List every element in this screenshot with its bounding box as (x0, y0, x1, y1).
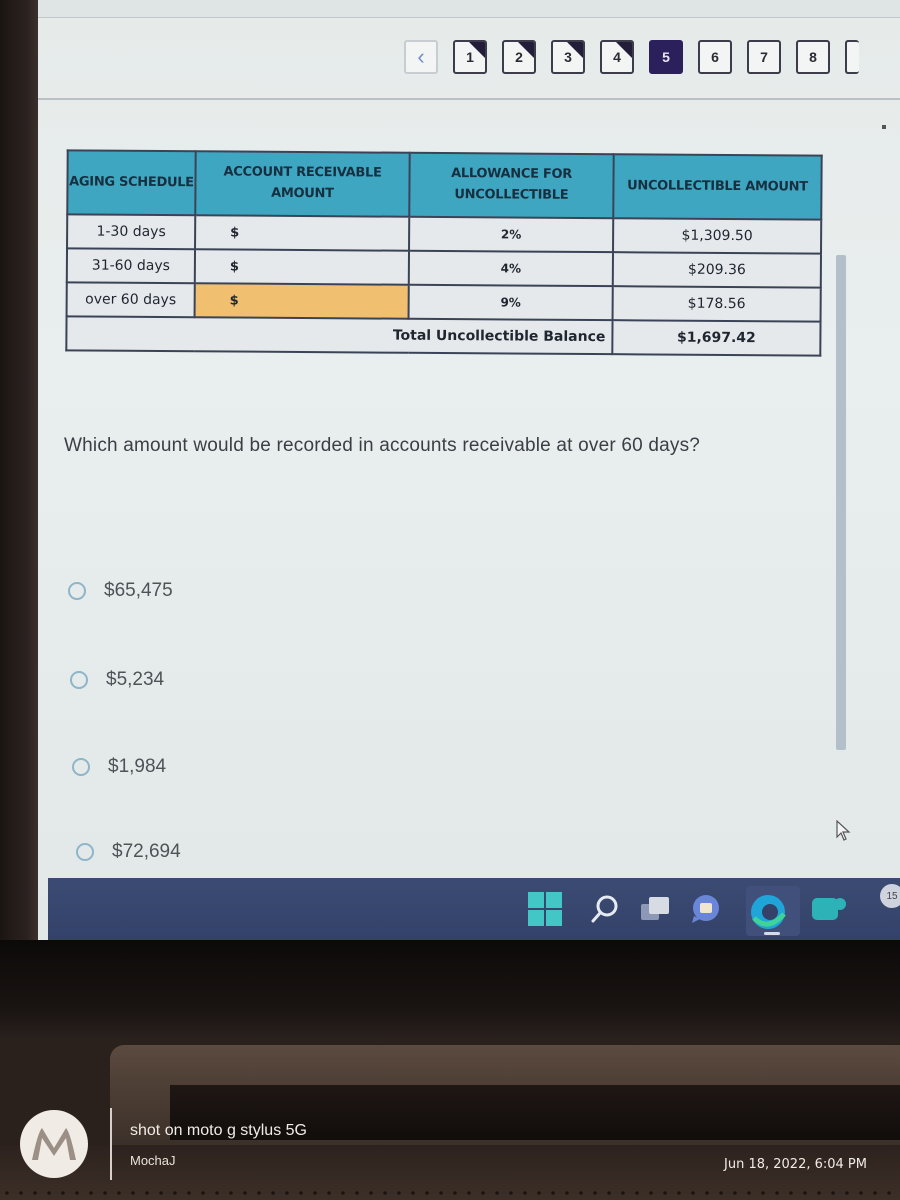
allowance-cell: 4% (408, 250, 614, 287)
table-row: over 60 days $ 9% $178.56 (66, 282, 821, 322)
chat-icon[interactable] (688, 892, 722, 926)
option-label: $72,694 (112, 841, 181, 862)
page-button-4[interactable]: 4 (600, 40, 634, 74)
radio-button[interactable] (76, 843, 94, 861)
table-total-row: Total Uncollectible Balance $1,697.42 (66, 316, 821, 356)
page-button-1[interactable]: 1 (453, 40, 487, 74)
total-label: Total Uncollectible Balance (66, 316, 613, 355)
page-button-5-current[interactable]: 5 (649, 40, 683, 74)
page-button-7[interactable]: 7 (747, 40, 781, 74)
aging-schedule-table: AGING SCHEDULE ACCOUNT RECEIVABLE AMOUNT… (65, 149, 822, 356)
header-allowance: ALLOWANCE FOR UNCOLLECTIBLE (409, 152, 614, 219)
question-text: Which amount would be recorded in accoun… (64, 435, 701, 456)
search-icon[interactable] (588, 892, 622, 926)
motorola-logo-icon (20, 1110, 88, 1178)
header-aging-schedule: AGING SCHEDULE (67, 150, 196, 216)
aging-cell: 31-60 days (66, 248, 196, 284)
radio-button[interactable] (72, 758, 90, 776)
watermark-device: shot on moto g stylus 5G (130, 1122, 307, 1139)
scroll-marker (882, 125, 886, 129)
total-value: $1,697.42 (612, 320, 821, 356)
windows-taskbar (48, 878, 900, 940)
uncollectible-cell: $209.36 (612, 252, 822, 288)
answer-option-1[interactable]: $65,475 (68, 580, 173, 602)
answer-option-2[interactable]: $5,234 (70, 669, 164, 691)
monitor-bezel (0, 0, 38, 1040)
windows-start-icon[interactable] (528, 892, 562, 926)
header-uncollectible-amount: UNCOLLECTIBLE AMOUNT (613, 154, 822, 220)
watermark-divider (110, 1108, 112, 1180)
aging-cell: 1-30 days (67, 214, 196, 250)
prev-question-button[interactable]: ‹ (404, 40, 438, 74)
allowance-cell: 9% (408, 284, 613, 321)
header-ar-amount: ACCOUNT RECEIVABLE AMOUNT (195, 151, 410, 217)
task-view-icon[interactable] (638, 892, 672, 926)
option-label: $1,984 (108, 756, 167, 777)
radio-button[interactable] (70, 671, 88, 689)
answer-option-4[interactable]: $72,694 (76, 841, 181, 863)
ar-amount-cell: $ (195, 215, 410, 251)
ar-amount-cell-highlighted: $ (194, 283, 409, 319)
chevron-left-icon: ‹ (417, 44, 425, 69)
answer-option-3[interactable]: $1,984 (72, 756, 166, 778)
table-header-row: AGING SCHEDULE ACCOUNT RECEIVABLE AMOUNT… (67, 150, 822, 220)
page-button-6[interactable]: 6 (698, 40, 732, 74)
table-row: 1-30 days $ 2% $1,309.50 (67, 214, 822, 254)
option-label: $5,234 (106, 669, 165, 690)
laptop-bezel (0, 940, 900, 1040)
notification-badge: 15 (880, 884, 900, 908)
watermark-author: MochaJ (130, 1153, 176, 1168)
speaker-grille (0, 1190, 900, 1196)
edge-browser-icon[interactable] (748, 892, 786, 929)
page-button-2[interactable]: 2 (502, 40, 536, 74)
aging-cell: over 60 days (66, 282, 195, 318)
radio-button[interactable] (68, 582, 86, 600)
watermark-date: Jun 18, 2022, 6:04 PM (724, 1157, 867, 1172)
screen: ‹ 1 2 3 4 5 6 7 8 AGING SCHEDULE ACCOUNT… (38, 0, 900, 940)
page-button-next-partial[interactable] (845, 40, 859, 74)
top-band (38, 0, 900, 18)
vertical-scrollbar[interactable] (836, 255, 846, 750)
uncollectible-cell: $1,309.50 (613, 218, 822, 254)
page-button-8[interactable]: 8 (796, 40, 830, 74)
active-app-indicator (764, 932, 780, 935)
teams-icon[interactable] (808, 892, 846, 926)
ar-amount-cell: $ (194, 249, 410, 285)
question-pager: ‹ 1 2 3 4 5 6 7 8 (404, 40, 859, 74)
uncollectible-cell: $178.56 (612, 286, 821, 322)
allowance-cell: 2% (409, 216, 614, 253)
table-row: 31-60 days $ 4% $209.36 (66, 248, 822, 288)
option-label: $65,475 (104, 580, 173, 601)
page-button-3[interactable]: 3 (551, 40, 585, 74)
